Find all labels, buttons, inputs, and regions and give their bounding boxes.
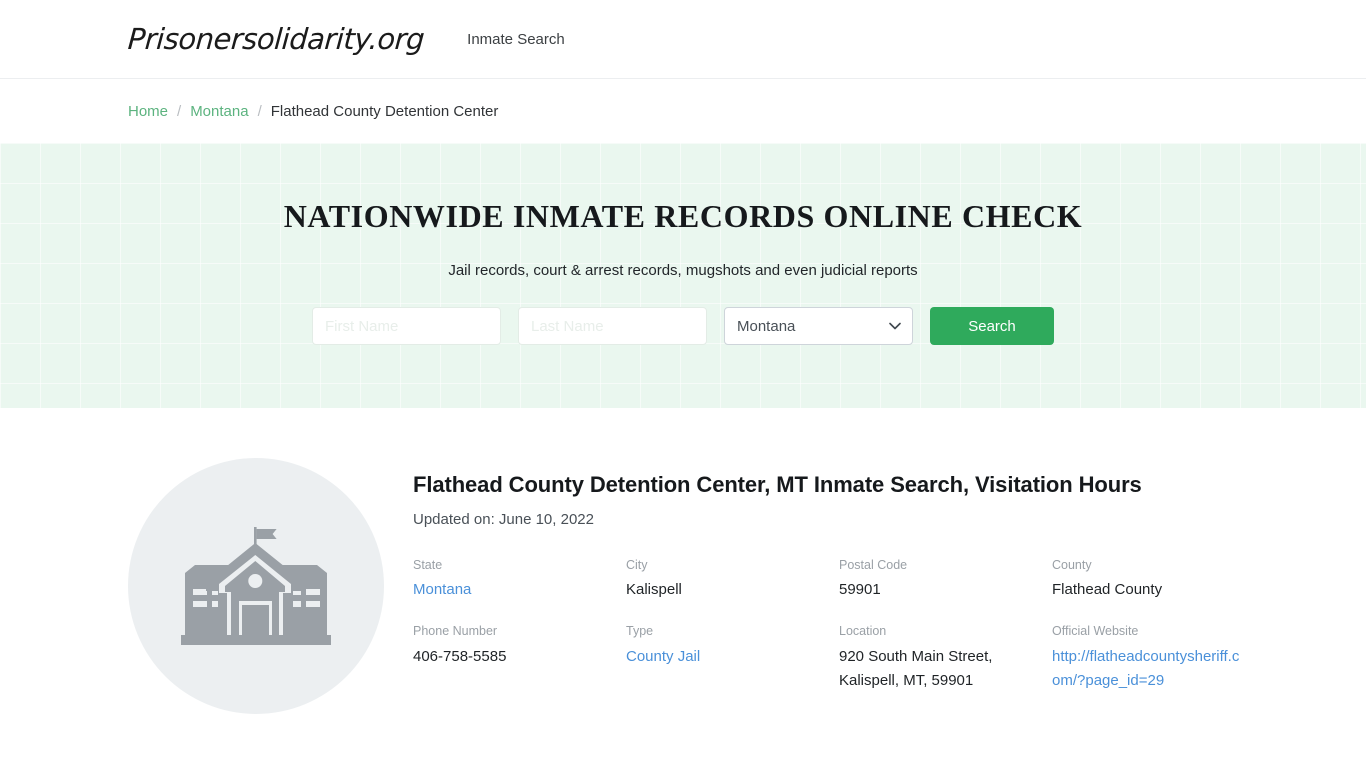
facility-info: Flathead County Detention Center, MT Inm… bbox=[413, 458, 1366, 714]
detail-label: Location bbox=[839, 624, 887, 639]
detail-label: Official Website bbox=[1052, 624, 1139, 639]
state-select-wrapper: Montana bbox=[707, 307, 913, 345]
facility-title: Flathead County Detention Center, MT Inm… bbox=[413, 472, 1142, 497]
detail-label: City bbox=[626, 558, 648, 572]
type-link[interactable]: County Jail bbox=[626, 648, 700, 665]
detail-label: State bbox=[413, 558, 443, 572]
detail-value: Kalispell bbox=[626, 581, 682, 599]
breadcrumb-separator: / bbox=[257, 102, 262, 120]
detail-county: County Flathead County bbox=[1052, 557, 1265, 602]
search-button[interactable]: Search bbox=[930, 307, 1054, 345]
site-header: Prisonersolidarity.org Inmate Search bbox=[0, 0, 1366, 79]
detail-label: Phone Number bbox=[413, 624, 498, 639]
nav-inmate-search[interactable]: Inmate Search bbox=[467, 31, 565, 48]
header-nav: Inmate Search bbox=[467, 31, 565, 48]
breadcrumb-item-montana[interactable]: Montana bbox=[190, 103, 248, 120]
detail-label: Postal Code bbox=[839, 558, 908, 572]
detail-value: Flathead County bbox=[1052, 581, 1163, 599]
detail-value: http://flatheadcountysheriff.com/?page_i… bbox=[1052, 645, 1242, 693]
detail-label: Type bbox=[626, 624, 654, 639]
hero-subtitle: Jail records, court & arrest records, mu… bbox=[448, 262, 918, 279]
detail-value: 59901 bbox=[839, 581, 881, 599]
inmate-search-form: Montana Search bbox=[312, 307, 1054, 345]
state-select[interactable]: Montana bbox=[724, 307, 913, 345]
page-title: NATIONWIDE INMATE RECORDS ONLINE CHECK bbox=[283, 198, 1083, 234]
detail-label: County bbox=[1052, 558, 1092, 572]
detail-official-website: Official Website http://flatheadcountysh… bbox=[1052, 623, 1265, 692]
breadcrumb-bar: Home / Montana / Flathead County Detenti… bbox=[0, 79, 1366, 143]
hero-section: NATIONWIDE INMATE RECORDS ONLINE CHECK J… bbox=[0, 143, 1366, 408]
detail-state: State Montana bbox=[413, 557, 626, 602]
detail-type: Type County Jail bbox=[626, 623, 839, 692]
detail-value: County Jail bbox=[626, 645, 816, 669]
first-name-input[interactable] bbox=[312, 307, 501, 345]
detail-value: 406-758-5585 bbox=[413, 647, 507, 665]
facility-updated: Updated on: June 10, 2022 bbox=[413, 511, 594, 528]
main-content: Flathead County Detention Center, MT Inm… bbox=[0, 408, 1366, 714]
detail-city: City Kalispell bbox=[626, 557, 839, 602]
facility-detail-grid: State Montana City Kalispell Postal Code… bbox=[413, 557, 1366, 693]
brand-logo[interactable]: Prisonersolidarity.org bbox=[127, 22, 426, 56]
detail-value: Montana bbox=[413, 578, 603, 602]
breadcrumb: Home / Montana / Flathead County Detenti… bbox=[128, 103, 498, 120]
detail-value: 920 South Main Street, Kalispell, MT, 59… bbox=[839, 647, 993, 689]
avatar bbox=[128, 458, 384, 714]
breadcrumb-separator: / bbox=[177, 102, 182, 120]
detail-location: Location 920 South Main Street, Kalispel… bbox=[839, 623, 1052, 692]
breadcrumb-item-home[interactable]: Home bbox=[128, 103, 168, 120]
official-website-link[interactable]: http://flatheadcountysheriff.com/?page_i… bbox=[1052, 648, 1239, 689]
breadcrumb-item-current: Flathead County Detention Center bbox=[270, 102, 499, 120]
state-link[interactable]: Montana bbox=[413, 581, 471, 598]
last-name-input[interactable] bbox=[518, 307, 707, 345]
detail-postal-code: Postal Code 59901 bbox=[839, 557, 1052, 602]
government-building-icon bbox=[181, 527, 331, 645]
detail-phone-number: Phone Number 406-758-5585 bbox=[413, 623, 626, 692]
